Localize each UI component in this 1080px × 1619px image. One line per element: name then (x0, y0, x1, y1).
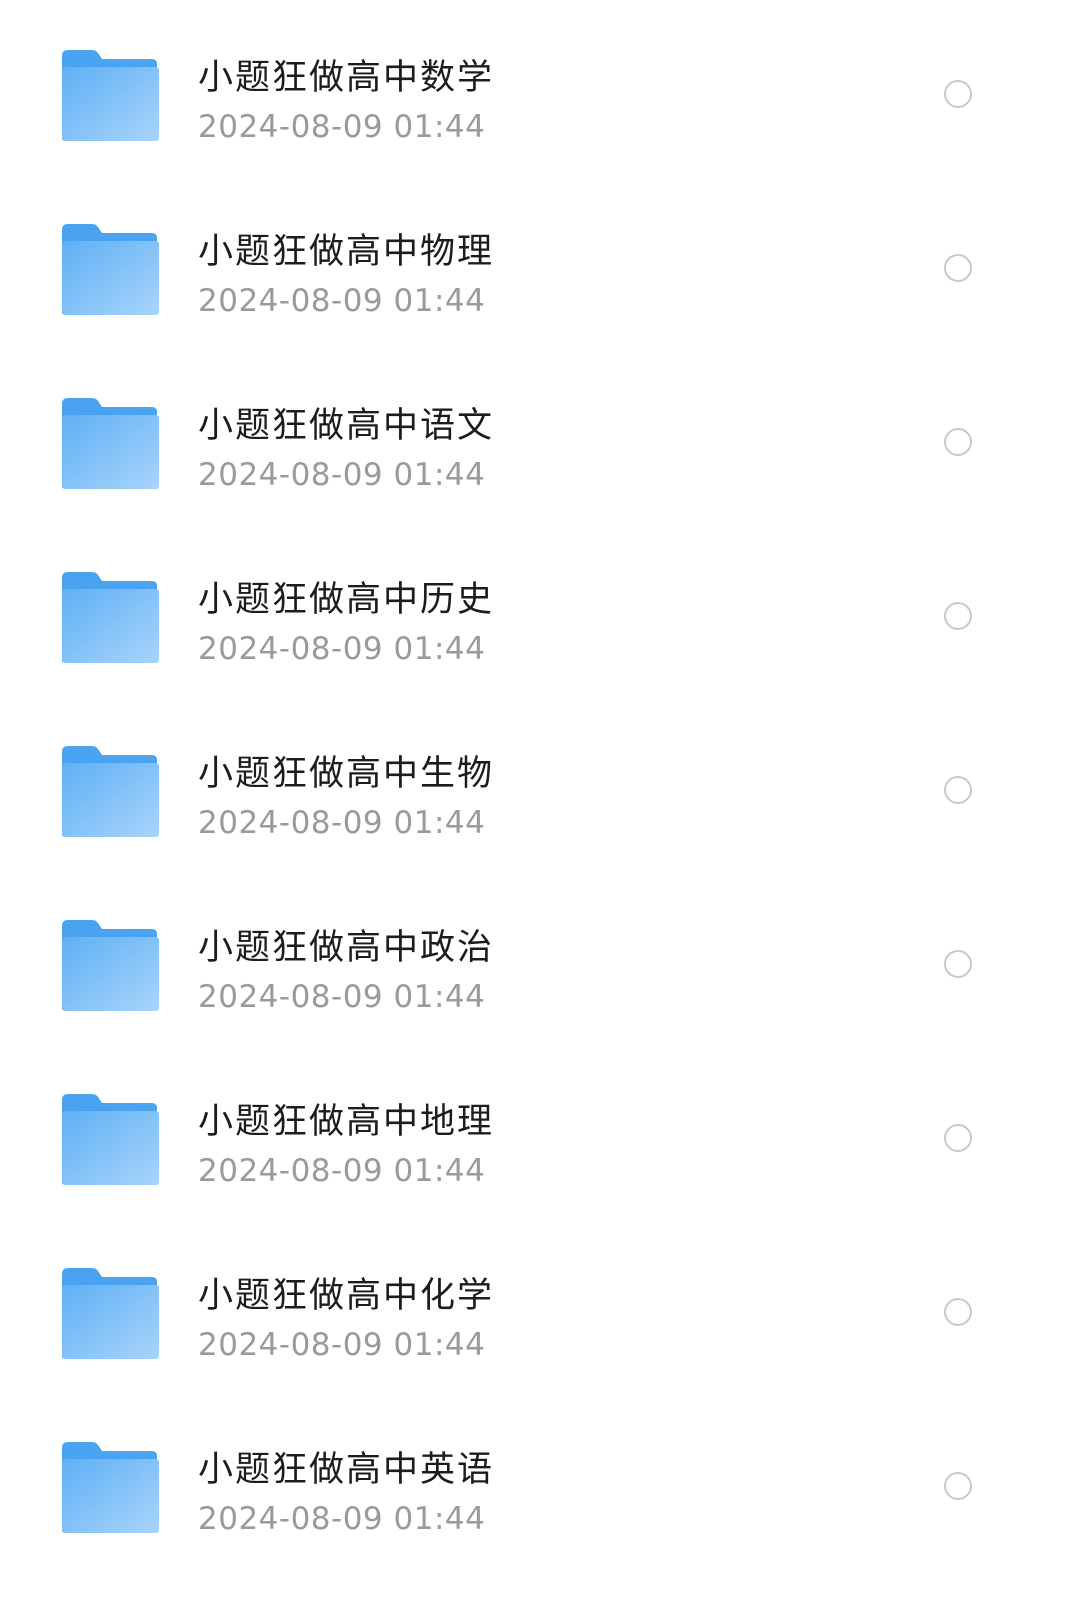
folder-name: 小题狂做高中历史 (198, 580, 495, 620)
folder-icon (60, 50, 160, 142)
folder-name: 小题狂做高中化学 (198, 1276, 495, 1316)
folder-date: 2024-08-09 01:44 (198, 1327, 486, 1363)
folder-icon (60, 920, 160, 1012)
folder-date: 2024-08-09 01:44 (198, 457, 486, 493)
folder-icon (60, 1442, 160, 1534)
folder-name: 小题狂做高中生物 (198, 754, 495, 794)
list-item[interactable]: 小题狂做高中数学 2024-08-09 01:44 (0, 8, 1080, 182)
folder-date: 2024-08-09 01:44 (198, 805, 486, 841)
folder-name: 小题狂做高中地理 (198, 1102, 495, 1142)
folder-date: 2024-08-09 01:44 (198, 1153, 486, 1189)
select-radio[interactable] (944, 428, 972, 456)
list-item[interactable]: 小题狂做高中历史 2024-08-09 01:44 (0, 530, 1080, 704)
list-item[interactable]: 小题狂做高中英语 2024-08-09 01:44 (0, 1400, 1080, 1574)
folder-name: 小题狂做高中英语 (198, 1450, 495, 1490)
list-item[interactable]: 小题狂做高中语文 2024-08-09 01:44 (0, 356, 1080, 530)
folder-name: 小题狂做高中物理 (198, 232, 495, 272)
list-item[interactable]: 小题狂做高中地理 2024-08-09 01:44 (0, 1052, 1080, 1226)
select-radio[interactable] (944, 776, 972, 804)
list-item[interactable]: 小题狂做高中生物 2024-08-09 01:44 (0, 704, 1080, 878)
folder-name: 小题狂做高中数学 (198, 58, 495, 98)
select-radio[interactable] (944, 602, 972, 630)
folder-icon (60, 572, 160, 664)
list-item[interactable]: 小题狂做高中物理 2024-08-09 01:44 (0, 182, 1080, 356)
folder-date: 2024-08-09 01:44 (198, 1501, 486, 1537)
list-item[interactable]: 小题狂做高中政治 2024-08-09 01:44 (0, 878, 1080, 1052)
folder-icon (60, 1268, 160, 1360)
folder-icon (60, 398, 160, 490)
select-radio[interactable] (944, 254, 972, 282)
select-radio[interactable] (944, 1124, 972, 1152)
list-item[interactable]: 小题狂做高中化学 2024-08-09 01:44 (0, 1226, 1080, 1400)
folder-date: 2024-08-09 01:44 (198, 979, 486, 1015)
folder-icon (60, 224, 160, 316)
select-radio[interactable] (944, 1298, 972, 1326)
folder-name: 小题狂做高中政治 (198, 928, 495, 968)
select-radio[interactable] (944, 80, 972, 108)
file-list: 小题狂做高中数学 2024-08-09 01:44 小题狂做高中物理 2024-… (0, 0, 1080, 1619)
folder-icon (60, 746, 160, 838)
select-radio[interactable] (944, 950, 972, 978)
folder-date: 2024-08-09 01:44 (198, 109, 486, 145)
folder-date: 2024-08-09 01:44 (198, 631, 486, 667)
folder-name: 小题狂做高中语文 (198, 406, 495, 446)
select-radio[interactable] (944, 1472, 972, 1500)
folder-icon (60, 1094, 160, 1186)
folder-date: 2024-08-09 01:44 (198, 283, 486, 319)
